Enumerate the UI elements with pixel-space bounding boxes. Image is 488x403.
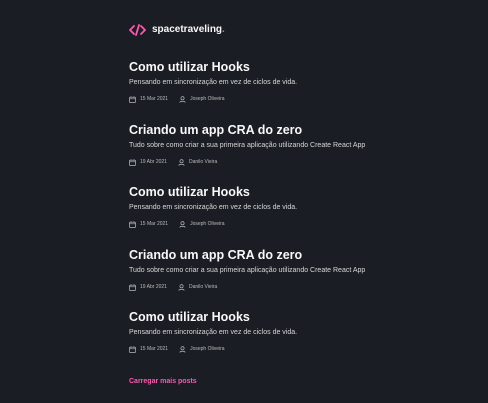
post-date-text: 15 Mar 2021: [140, 96, 169, 102]
post-subtitle: Tudo sobre como criar a sua primeira apl…: [129, 267, 366, 274]
post-subtitle: Pensando em sincronização em vez de cicl…: [129, 204, 298, 211]
calendar-icon: [129, 158, 136, 166]
post-date: 19 Abr 2021: [129, 158, 167, 166]
user-icon: [179, 220, 186, 228]
post-author: Joseph Oliveira: [179, 345, 225, 353]
post-author-text: Joseph Oliveira: [190, 221, 225, 227]
post-title[interactable]: Criando um app CRA do zero: [129, 248, 469, 263]
post-author: Joseph Oliveira: [179, 95, 225, 103]
post-meta: 19 Abr 2021 Danilo Vieira: [129, 158, 469, 166]
brand-name[interactable]: spacetraveling: [152, 24, 222, 35]
post-author-text: Joseph Oliveira: [190, 346, 225, 352]
post-title[interactable]: Como utilizar Hooks: [129, 185, 469, 200]
post-date: 19 Abr 2021: [129, 283, 167, 291]
post-item[interactable]: Criando um app CRA do zero Tudo sobre co…: [129, 248, 469, 291]
post-date: 15 Mar 2021: [129, 345, 169, 353]
post-meta: 15 Mar 2021 Joseph Oliveira: [129, 220, 469, 228]
post-date-text: 15 Mar 2021: [140, 346, 169, 352]
post-item[interactable]: Como utilizar Hooks Pensando em sincroni…: [129, 185, 469, 228]
post-title[interactable]: Como utilizar Hooks: [129, 310, 469, 325]
post-subtitle: Pensando em sincronização em vez de cicl…: [129, 329, 298, 336]
post-date-text: 19 Abr 2021: [140, 284, 167, 290]
post-title[interactable]: Criando um app CRA do zero: [129, 123, 469, 138]
post-author-text: Danilo Vieira: [188, 284, 218, 290]
calendar-icon: [129, 345, 136, 353]
load-more-button[interactable]: Carregar mais posts: [129, 378, 197, 385]
post-date: 15 Mar 2021: [129, 95, 169, 103]
post-meta: 15 Mar 2021 Joseph Oliveira: [129, 95, 469, 103]
user-icon: [179, 345, 186, 353]
user-icon: [179, 95, 186, 103]
post-date: 15 Mar 2021: [129, 220, 169, 228]
post-meta: 19 Abr 2021 Danilo Vieira: [129, 283, 469, 291]
post-date-text: 15 Mar 2021: [140, 221, 169, 227]
post-date-text: 19 Abr 2021: [140, 159, 167, 165]
calendar-icon: [129, 220, 136, 228]
post-author: Joseph Oliveira: [179, 220, 225, 228]
post-subtitle: Pensando em sincronização em vez de cicl…: [129, 79, 298, 86]
calendar-icon: [129, 95, 136, 103]
brand-dot: .: [222, 23, 225, 35]
post-subtitle: Tudo sobre como criar a sua primeira apl…: [129, 142, 366, 149]
post-meta: 15 Mar 2021 Joseph Oliveira: [129, 345, 469, 353]
post-author: Danilo Vieira: [178, 158, 218, 166]
code-brackets-icon: [129, 23, 146, 36]
post-title[interactable]: Como utilizar Hooks: [129, 60, 469, 75]
user-icon: [178, 283, 185, 291]
user-icon: [178, 158, 185, 166]
post-item[interactable]: Criando um app CRA do zero Tudo sobre co…: [129, 123, 469, 166]
calendar-icon: [129, 283, 136, 291]
post-author: Danilo Vieira: [178, 283, 218, 291]
post-author-text: Joseph Oliveira: [190, 96, 225, 102]
post-item[interactable]: Como utilizar Hooks Pensando em sincroni…: [129, 60, 469, 103]
post-item[interactable]: Como utilizar Hooks Pensando em sincroni…: [129, 310, 469, 353]
post-author-text: Danilo Vieira: [188, 159, 218, 165]
site-header: spacetraveling.: [129, 22, 225, 36]
